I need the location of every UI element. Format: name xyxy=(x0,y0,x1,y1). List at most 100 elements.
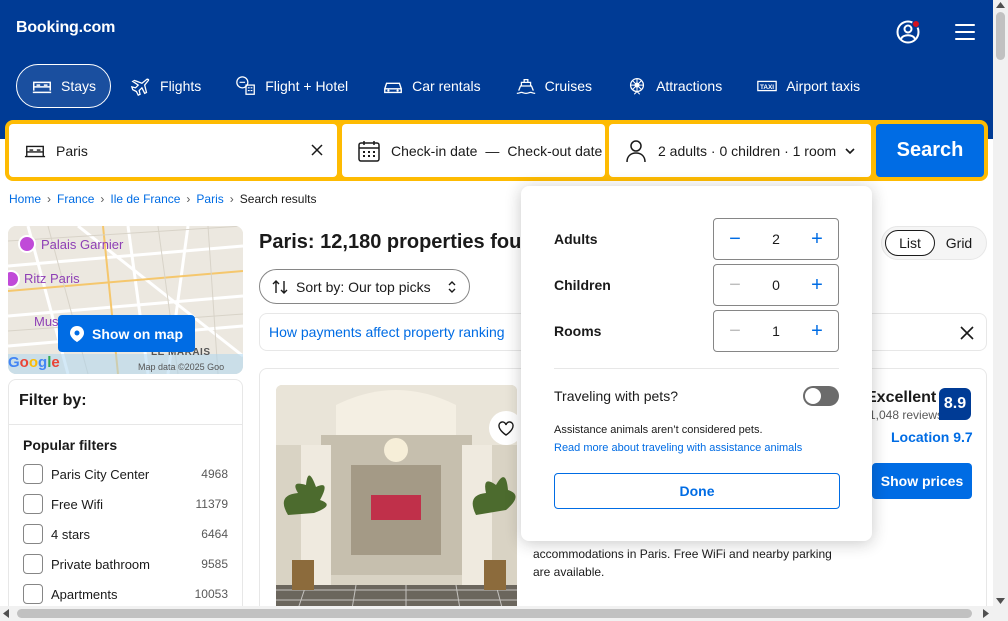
rooms-row: Rooms − 1 + xyxy=(554,310,839,352)
search-button[interactable]: Search xyxy=(876,124,984,177)
scroll-left-icon[interactable] xyxy=(3,609,9,618)
vertical-scrollbar[interactable] xyxy=(993,0,1008,621)
destination-field[interactable]: Paris xyxy=(9,124,337,177)
nav-label: Airport taxis xyxy=(786,78,861,94)
pets-label: Traveling with pets? xyxy=(554,388,678,404)
grid-view-button[interactable]: Grid xyxy=(935,230,983,256)
up-down-chevron-icon xyxy=(448,280,456,293)
nav-label: Flights xyxy=(160,78,202,94)
minus-icon[interactable]: − xyxy=(714,265,756,305)
breadcrumb-ile-de-france[interactable]: Ile de France xyxy=(110,192,180,206)
map-pin-icon xyxy=(70,325,84,342)
chevron-down-icon xyxy=(845,147,855,154)
minus-icon[interactable]: − xyxy=(714,219,756,259)
list-view-button[interactable]: List xyxy=(885,230,935,256)
filter-item[interactable]: Paris City Center 4968 xyxy=(23,463,228,485)
filter-item[interactable]: Free Wifi 11379 xyxy=(23,493,228,515)
checkbox[interactable] xyxy=(23,524,43,544)
account-icon[interactable] xyxy=(896,19,922,45)
children-row: Children − 0 + xyxy=(554,264,839,306)
occupancy-field[interactable]: 2 adults · 0 children · 1 room xyxy=(609,124,871,177)
children-value: 0 xyxy=(772,277,780,293)
hotel-lobby-image xyxy=(276,385,517,615)
plane-icon xyxy=(130,78,150,97)
attractions-icon xyxy=(630,78,645,95)
filter-item[interactable]: Apartments 10053 xyxy=(23,583,228,605)
google-logo: Google xyxy=(8,354,60,371)
assistance-animals-link[interactable]: Read more about traveling with assistanc… xyxy=(554,442,802,454)
checkin-label: Check-in date xyxy=(391,142,478,159)
breadcrumb-paris[interactable]: Paris xyxy=(196,192,223,206)
nav-flight-hotel[interactable]: Flight + Hotel xyxy=(220,64,363,108)
scroll-up-icon[interactable] xyxy=(996,2,1005,8)
plus-icon[interactable]: + xyxy=(796,311,838,351)
nav-label: Car rentals xyxy=(412,78,481,94)
horizontal-scrollbar[interactable] xyxy=(0,606,993,621)
adults-label: Adults xyxy=(554,231,598,247)
description-line: accommodations in Paris. Free WiFi and n… xyxy=(533,547,832,561)
clear-destination-icon[interactable] xyxy=(309,142,325,158)
booking-logo[interactable]: Booking.com xyxy=(16,19,115,37)
payment-ranking-link[interactable]: How payments affect property ranking xyxy=(269,324,505,340)
filter-item[interactable]: 4 stars 6464 xyxy=(23,523,228,545)
map-preview[interactable]: Palais Garnier Ritz Paris Mus LE MARAIS … xyxy=(8,226,243,374)
review-count: 1,048 reviews xyxy=(869,408,944,422)
rooms-label: Rooms xyxy=(554,323,602,339)
breadcrumb-home[interactable]: Home xyxy=(9,192,41,206)
nav-label: Attractions xyxy=(656,78,723,94)
car-icon xyxy=(384,82,403,94)
booking-search-page: Booking.com Stays Flights Flight + Hotel xyxy=(0,0,1008,621)
nav-stays[interactable]: Stays xyxy=(16,64,112,108)
dates-field[interactable]: Check-in date — Check-out date xyxy=(342,124,605,177)
scrollbar-thumb[interactable] xyxy=(996,12,1005,60)
save-favorite-button[interactable] xyxy=(489,411,517,445)
scroll-down-icon[interactable] xyxy=(996,598,1005,604)
close-icon[interactable] xyxy=(960,326,974,340)
pets-toggle[interactable] xyxy=(803,386,839,406)
rating-word: Excellent xyxy=(866,389,937,406)
property-description: accommodations in Paris. Free WiFi and n… xyxy=(533,545,843,581)
nav-label: Stays xyxy=(61,78,97,94)
checkbox[interactable] xyxy=(23,554,43,574)
nav-airport-taxis[interactable]: TAXI Airport taxis xyxy=(741,64,875,108)
menu-icon[interactable] xyxy=(955,24,975,40)
sort-label: Sort by: Our top picks xyxy=(296,278,431,295)
view-toggle: List Grid xyxy=(881,226,987,260)
sort-dropdown[interactable]: Sort by: Our top picks xyxy=(259,269,470,304)
scroll-right-icon[interactable] xyxy=(983,609,989,618)
nav-car-rentals[interactable]: Car rentals xyxy=(367,64,495,108)
filter-count: 10053 xyxy=(194,587,228,601)
breadcrumb-france[interactable]: France xyxy=(57,192,94,206)
nav-attractions[interactable]: Attractions xyxy=(611,64,737,108)
nav-label: Flight + Hotel xyxy=(265,78,349,94)
assistance-note: Assistance animals aren’t considered pet… xyxy=(554,424,763,436)
minus-icon[interactable]: − xyxy=(714,311,756,351)
results-title: Paris: 12,180 properties found xyxy=(259,231,524,253)
scrollbar-thumb[interactable] xyxy=(17,609,972,618)
checkbox[interactable] xyxy=(23,494,43,514)
plus-icon[interactable]: + xyxy=(796,265,838,305)
checkout-label: Check-out date xyxy=(507,142,603,159)
map-label: Ritz Paris xyxy=(24,271,80,286)
property-photo[interactable] xyxy=(276,385,517,615)
show-on-map-button[interactable]: Show on map xyxy=(58,315,195,352)
filter-count: 6464 xyxy=(201,527,228,541)
adults-row: Adults − 2 + xyxy=(554,218,839,260)
filter-label: 4 stars xyxy=(51,526,91,542)
plus-icon[interactable]: + xyxy=(796,219,838,259)
filter-item[interactable]: Private bathroom 9585 xyxy=(23,553,228,575)
chevron-right-icon: › xyxy=(47,192,52,206)
checkbox[interactable] xyxy=(23,584,43,604)
poi-marker[interactable] xyxy=(18,235,36,253)
nav-flights[interactable]: Flights xyxy=(115,64,216,108)
checkbox[interactable] xyxy=(23,464,43,484)
header: Booking.com Stays Flights Flight + Hotel xyxy=(0,0,993,139)
filter-count: 4968 xyxy=(201,467,228,481)
done-button[interactable]: Done xyxy=(554,473,840,509)
filter-label: Paris City Center xyxy=(51,466,150,482)
sort-icon xyxy=(272,279,288,294)
filter-label: Free Wifi xyxy=(51,496,103,512)
children-stepper: − 0 + xyxy=(713,264,839,306)
nav-cruises[interactable]: Cruises xyxy=(500,64,607,108)
show-prices-button[interactable]: Show prices xyxy=(872,463,972,499)
